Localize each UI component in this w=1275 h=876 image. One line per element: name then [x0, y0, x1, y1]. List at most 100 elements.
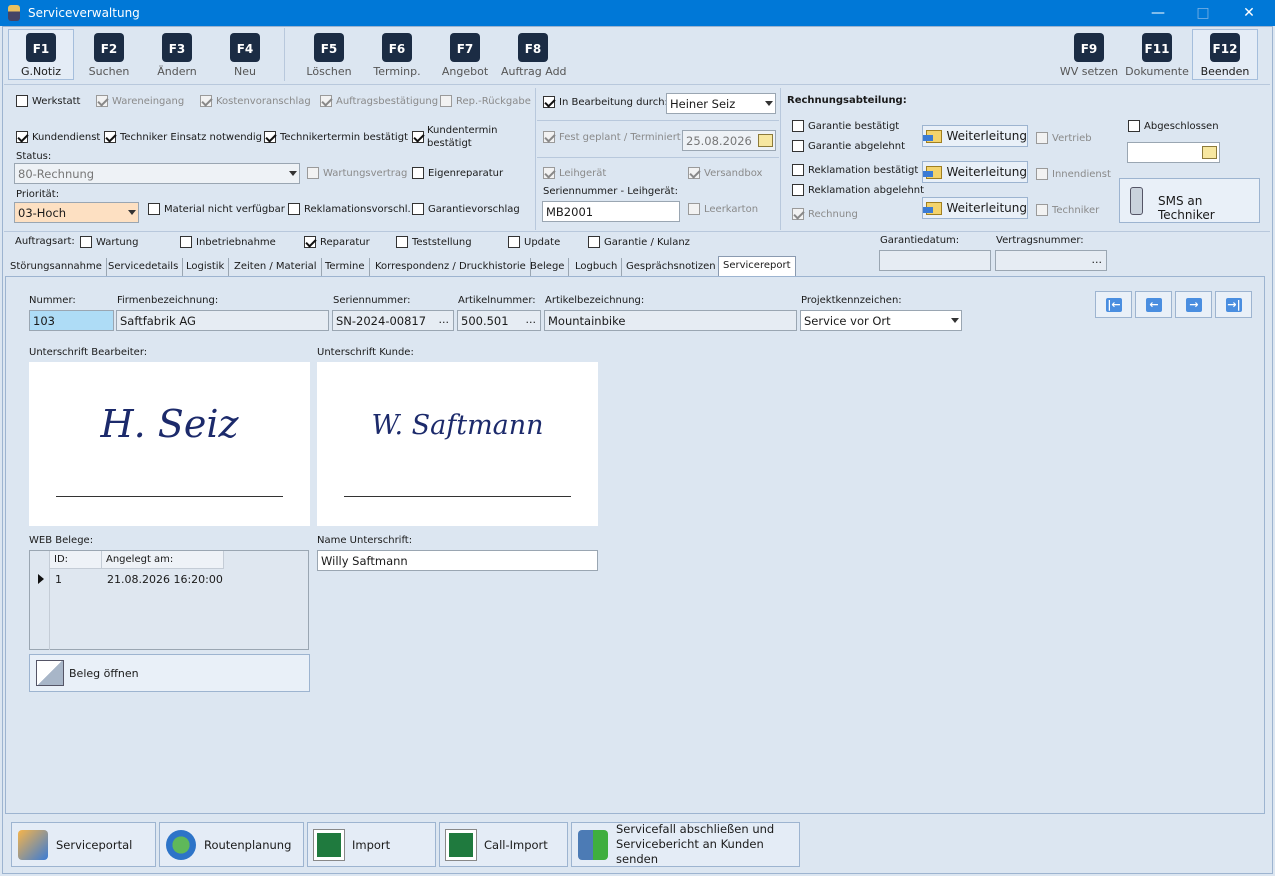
wartungsvertrag-checkbox[interactable]: Wartungsvertrag	[307, 167, 407, 179]
weiterleitung-vertrieb-button[interactable]: Weiterleitung	[922, 125, 1028, 147]
nummer-input[interactable]: 103	[29, 310, 114, 331]
tab-zeiten-material[interactable]: Zeiten / Material	[230, 258, 322, 276]
reklamation-bestaetigt-checkbox[interactable]: Reklamation bestätigt	[792, 164, 918, 176]
last-record-button[interactable]: →|	[1215, 291, 1252, 318]
garantiedatum-input[interactable]	[879, 250, 991, 271]
f3-aendern-button[interactable]: F3 Ändern	[144, 29, 210, 80]
f2-suchen-button[interactable]: F2 Suchen	[76, 29, 142, 80]
call-import-button[interactable]: Call-Import	[439, 822, 568, 867]
rep-rueckgabe-label: Rep.-Rückgabe	[456, 95, 531, 107]
projektkennzeichen-select[interactable]: Service vor Ort	[800, 310, 962, 331]
inbetriebnahme-checkbox[interactable]: Inbetriebnahme	[180, 236, 276, 248]
reklamationsvorschl-checkbox[interactable]: Reklamationsvorschl.	[288, 203, 411, 215]
f1-gnotiz-button[interactable]: F1 G.Notiz	[8, 29, 74, 80]
tab-termine[interactable]: Termine	[321, 258, 370, 276]
in-bearbeitung-checkbox[interactable]: In Bearbeitung durch:	[543, 96, 668, 108]
f7-angebot-button[interactable]: F7 Angebot	[432, 29, 498, 80]
status-select[interactable]: 80-Rechnung	[14, 163, 300, 184]
garantie-abgelehnt-checkbox[interactable]: Garantie abgelehnt	[792, 140, 905, 152]
fest-geplant-checkbox[interactable]: Fest geplant / Terminiert	[543, 131, 681, 143]
f8-auftrag-add-button[interactable]: F8 Auftrag Add	[500, 29, 567, 80]
garantie-kulanz-checkbox[interactable]: Garantie / Kulanz	[588, 236, 690, 248]
update-checkbox[interactable]: Update	[508, 236, 560, 248]
tab-servicereport[interactable]: Servicereport	[718, 256, 796, 276]
seriennummer-input[interactable]: SN-2024-00817...	[332, 310, 454, 331]
leerkarton-checkbox[interactable]: Leerkarton	[688, 203, 758, 215]
innendienst-checkbox[interactable]: Innendienst	[1036, 168, 1111, 180]
eigenreparatur-checkbox[interactable]: Eigenreparatur	[412, 167, 503, 179]
table-row[interactable]: 1 21.08.2026 16:20:00	[30, 569, 224, 589]
werkstatt-checkbox[interactable]: Werkstatt	[16, 95, 80, 107]
sms-an-techniker-button[interactable]: SMS an Techniker	[1119, 178, 1260, 223]
servicefall-label-1: Servicefall abschließen und	[616, 822, 775, 836]
artikelnummer-input[interactable]: 500.501...	[457, 310, 541, 331]
routenplanung-button[interactable]: Routenplanung	[159, 822, 304, 867]
column-header-id[interactable]: ID:	[50, 551, 102, 569]
prioritaet-select[interactable]: 03-Hoch	[14, 202, 139, 223]
bearbeiter-select[interactable]: Heiner Seiz	[666, 93, 776, 114]
web-belege-grid[interactable]: ID: Angelegt am: 1 21.08.2026 16:20:00	[29, 550, 309, 650]
vertragsnummer-input[interactable]: ...	[995, 250, 1107, 271]
f11-label: Dokumente	[1125, 65, 1189, 78]
tab-gespraechsnotizen[interactable]: Gesprächsnotizen	[622, 258, 721, 276]
wartung-checkbox[interactable]: Wartung	[80, 236, 138, 248]
name-unterschrift-input[interactable]: Willy Saftmann	[317, 550, 598, 571]
garantievorschlag-checkbox[interactable]: Garantievorschlag	[412, 203, 520, 215]
techniker-checkbox[interactable]: Techniker	[1036, 204, 1099, 216]
f12-key-cap: F12	[1210, 33, 1240, 62]
beleg-oeffnen-button[interactable]: Beleg öffnen	[29, 654, 310, 692]
import-button[interactable]: Import	[307, 822, 436, 867]
servicefall-abschliessen-button[interactable]: Servicefall abschließen und Serviceberich…	[571, 822, 800, 867]
garantie-bestaetigt-checkbox[interactable]: Garantie bestätigt	[792, 120, 899, 132]
tab-belege[interactable]: Belege	[526, 258, 570, 276]
abgeschlossen-checkbox[interactable]: Abgeschlossen	[1128, 120, 1219, 132]
weiterleitung-techniker-button[interactable]: Weiterleitung	[922, 197, 1028, 219]
teststellung-checkbox[interactable]: Teststellung	[396, 236, 472, 248]
weiterleitung-innendienst-button[interactable]: Weiterleitung	[922, 161, 1028, 183]
reklamation-abgelehnt-checkbox[interactable]: Reklamation abgelehnt	[792, 184, 924, 196]
vertrieb-checkbox[interactable]: Vertrieb	[1036, 132, 1092, 144]
more-icon[interactable]: ...	[526, 313, 537, 326]
minimize-button[interactable]: —	[1135, 0, 1181, 26]
kundendienst-checkbox[interactable]: Kundendienst	[16, 131, 100, 143]
kundentermin-checkbox[interactable]	[412, 131, 428, 143]
tab-korrespondenz[interactable]: Korrespondenz / Druckhistorie	[371, 258, 531, 276]
versandbox-checkbox[interactable]: Versandbox	[688, 167, 762, 179]
calendar-icon[interactable]	[1202, 146, 1217, 159]
rechnung-checkbox[interactable]: Rechnung	[792, 208, 858, 220]
tab-logistik[interactable]: Logistik	[182, 258, 230, 276]
tab-logbuch[interactable]: Logbuch	[571, 258, 623, 276]
wareneingang-checkbox[interactable]: Wareneingang	[96, 95, 184, 107]
more-icon[interactable]: ...	[439, 313, 450, 326]
kostenvoranschlag-checkbox[interactable]: Kostenvoranschlag	[200, 95, 311, 107]
close-button[interactable]: ✕	[1226, 0, 1272, 26]
fest-geplant-date[interactable]: 25.08.2026	[682, 130, 776, 151]
tab-stoerungsannahme[interactable]: Störungsannahme	[6, 258, 107, 276]
first-record-button[interactable]: |←	[1095, 291, 1132, 318]
tab-servicedetails[interactable]: Servicedetails	[104, 258, 184, 276]
serviceportal-button[interactable]: Serviceportal	[11, 822, 156, 867]
auftragsbestaetigung-checkbox[interactable]: Auftragsbestätigung	[320, 95, 438, 107]
techniker-einsatz-checkbox[interactable]: Techniker Einsatz notwendig	[104, 131, 262, 143]
technikertermin-checkbox[interactable]: Technikertermin bestätigt	[264, 131, 408, 143]
seriennummer-leihgeraet-input[interactable]: MB2001	[542, 201, 680, 222]
rep-rueckgabe-checkbox[interactable]: Rep.-Rückgabe	[440, 95, 531, 107]
f6-terminplanung-button[interactable]: F6 Terminp.	[364, 29, 430, 80]
artikelbezeichnung-input[interactable]: Mountainbike	[544, 310, 797, 331]
column-header-angelegt[interactable]: Angelegt am:	[102, 551, 224, 569]
maximize-button[interactable]: □	[1180, 0, 1226, 26]
f11-dokumente-button[interactable]: F11 Dokumente	[1124, 29, 1190, 80]
leihgeraet-checkbox[interactable]: Leihgerät	[543, 167, 606, 179]
abgeschlossen-date[interactable]	[1127, 142, 1220, 163]
f9-wv-setzen-button[interactable]: F9 WV setzen	[1056, 29, 1122, 80]
f5-loeschen-button[interactable]: F5 Löschen	[296, 29, 362, 80]
f12-beenden-button[interactable]: F12 Beenden	[1192, 29, 1258, 80]
more-icon[interactable]: ...	[1092, 253, 1103, 266]
firmenbezeichnung-input[interactable]: Saftfabrik AG	[116, 310, 329, 331]
f4-neu-button[interactable]: F4 Neu	[212, 29, 278, 80]
previous-record-button[interactable]: ←	[1135, 291, 1172, 318]
next-record-button[interactable]: →	[1175, 291, 1212, 318]
material-checkbox[interactable]: Material nicht verfügbar	[148, 203, 285, 215]
calendar-icon[interactable]	[758, 134, 773, 147]
reparatur-checkbox[interactable]: Reparatur	[304, 236, 370, 248]
